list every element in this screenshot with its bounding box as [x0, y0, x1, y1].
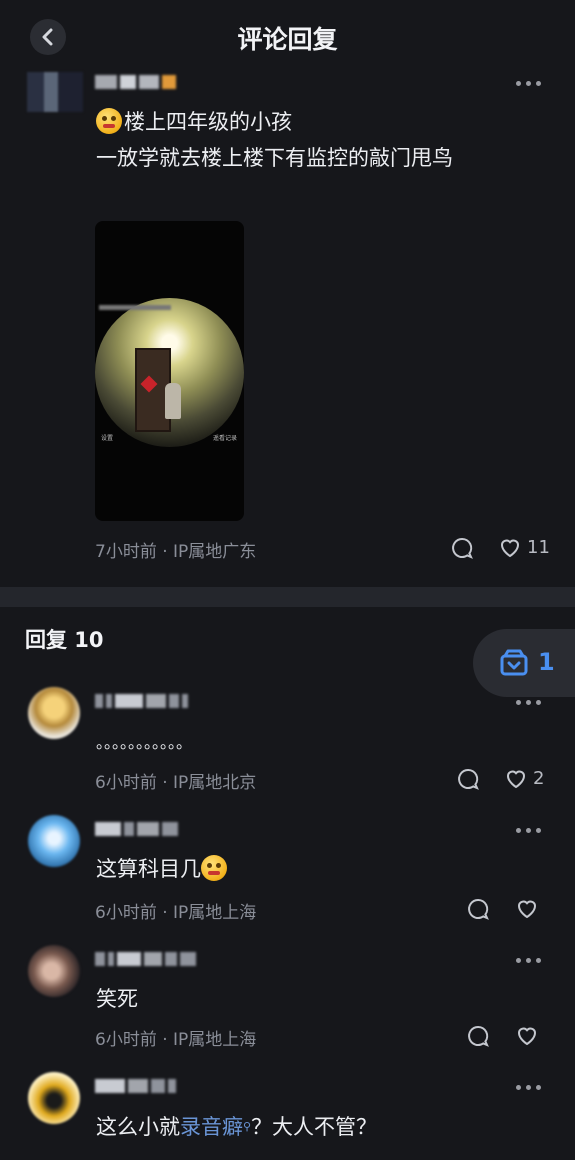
reply-icon[interactable] — [466, 897, 490, 921]
video-overlay-right: 遥看记录 — [213, 435, 238, 442]
reply-icon[interactable] — [450, 536, 474, 560]
top-bar: 评论回复 — [0, 0, 575, 72]
username[interactable] — [95, 820, 178, 838]
reply-icon[interactable] — [456, 767, 480, 791]
like-count: 11 — [527, 537, 550, 558]
reply-text: 这么小就录音癖⚲？大人不管？ — [96, 1115, 378, 1139]
search-icon[interactable]: ⚲ — [243, 1120, 251, 1133]
video-timestamp-bar — [99, 305, 171, 310]
more-options-icon[interactable] — [516, 954, 546, 966]
video-overlay-left: 设置 — [101, 435, 114, 442]
like-icon[interactable] — [515, 897, 539, 921]
like-icon[interactable] — [504, 767, 528, 791]
username[interactable] — [95, 1077, 176, 1095]
like-icon[interactable] — [515, 1024, 539, 1048]
favorite-box-icon — [500, 649, 528, 676]
reply-text: 这算科目几 — [96, 852, 229, 886]
comment-meta: 7小时前 · IP属地广东 — [95, 542, 257, 562]
replies-section-title: 回复 10 — [25, 628, 104, 652]
reply-meta: 6小时前 · IP属地上海 — [95, 1030, 257, 1050]
like-count: 2 — [533, 768, 545, 789]
more-options-icon[interactable] — [516, 1081, 546, 1093]
video-thumbnail[interactable]: 设置 遥看记录 — [95, 221, 244, 521]
comment-text-line-2: 一放学就去楼上楼下有监控的敲门甩鸟 — [96, 146, 453, 170]
page-title: 评论回复 — [237, 25, 338, 54]
like-icon[interactable] — [498, 536, 522, 560]
favorite-button[interactable] — [473, 629, 575, 697]
username[interactable] — [95, 73, 176, 91]
avatar[interactable] — [28, 815, 80, 867]
search-link[interactable]: 录音癖 — [180, 1115, 243, 1139]
reply-meta: 6小时前 · IP属地上海 — [95, 903, 257, 923]
video-frame — [95, 298, 244, 447]
username[interactable] — [95, 692, 188, 710]
reply-meta: 6小时前 · IP属地北京 — [95, 773, 257, 793]
avatar[interactable] — [27, 72, 83, 112]
grinning-face-icon — [201, 855, 227, 881]
avatar[interactable] — [28, 945, 80, 997]
comment-text-line-1: 楼上四年级的小孩 — [96, 105, 292, 139]
grinning-face-icon — [96, 108, 122, 134]
reply-text: 。。。。。。。。。。。 — [96, 733, 193, 752]
avatar[interactable] — [28, 1072, 80, 1124]
avatar[interactable] — [28, 687, 80, 739]
reply-text: 笑死 — [96, 987, 138, 1011]
more-options-icon[interactable] — [516, 696, 546, 708]
more-options-icon[interactable] — [516, 824, 546, 836]
section-divider — [0, 587, 575, 607]
more-options-icon[interactable] — [516, 77, 546, 89]
reply-icon[interactable] — [466, 1024, 490, 1048]
username[interactable] — [95, 950, 196, 968]
child-figure — [165, 383, 181, 419]
favorite-count: 1 — [538, 648, 555, 676]
